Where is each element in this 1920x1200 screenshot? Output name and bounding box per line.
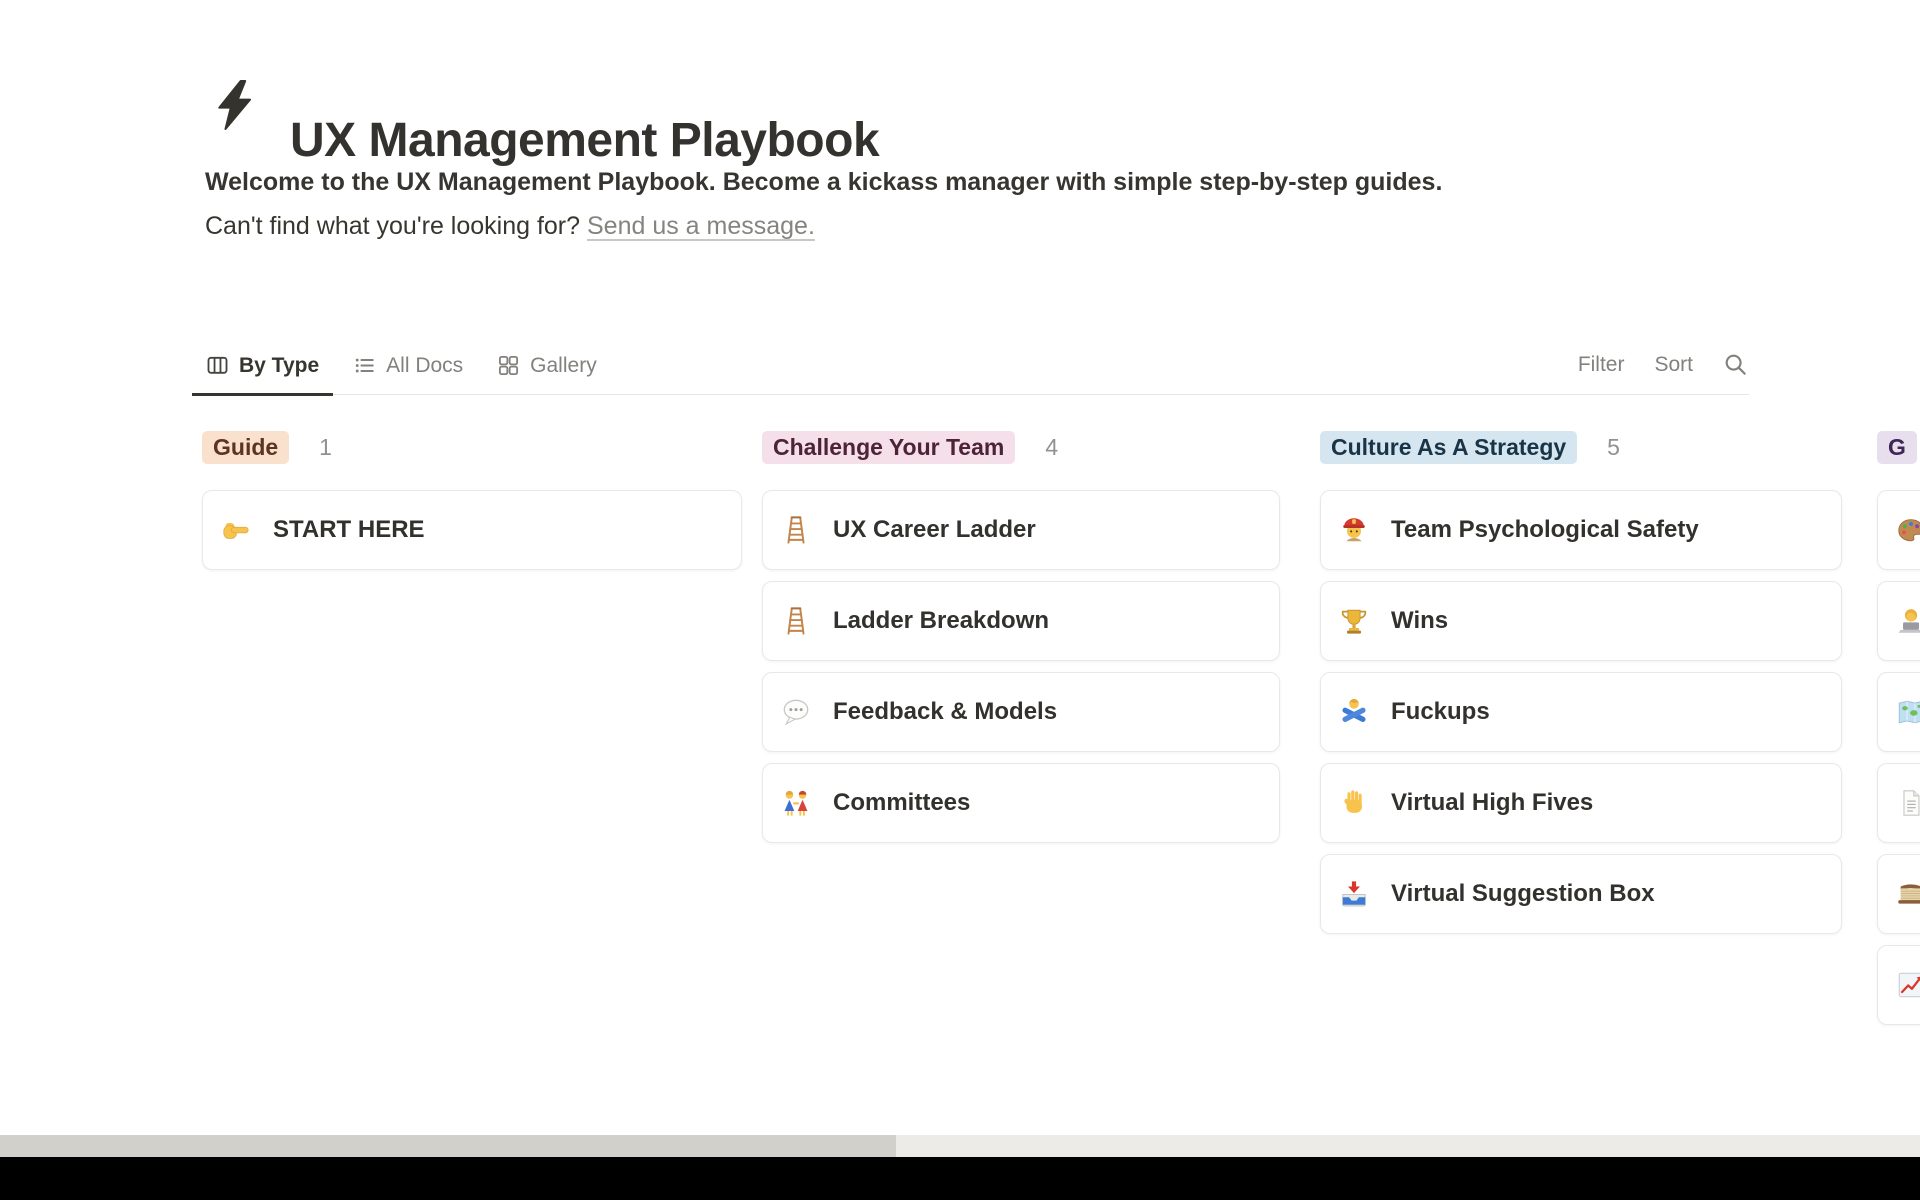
column-header: Guide 1 (202, 431, 742, 464)
list-view-icon (353, 354, 376, 377)
card-title: Committees (833, 789, 970, 817)
intro-question-text: Can't find what you're looking for? (205, 212, 587, 240)
board-view-icon (206, 354, 229, 377)
board-card[interactable]: Ladder Breakdown (762, 581, 1280, 661)
board-card[interactable] (1877, 763, 1920, 843)
firefighter-emoji (1339, 515, 1369, 545)
column-count: 1 (319, 434, 332, 461)
gallery-view-icon (497, 354, 520, 377)
send-message-link[interactable]: Send us a message. (587, 212, 815, 240)
card-title: START HERE (273, 516, 425, 544)
tab-label: Gallery (530, 354, 597, 378)
card-title: Wins (1391, 607, 1448, 635)
card-title: Fuckups (1391, 698, 1490, 726)
column-count: 4 (1045, 434, 1058, 461)
board-card[interactable] (1877, 581, 1920, 661)
board-card[interactable]: Virtual High Fives (1320, 763, 1842, 843)
view-bar: By Type All Docs (192, 338, 1749, 395)
board-card[interactable]: Team Psychological Safety (1320, 490, 1842, 570)
tab-gallery[interactable]: Gallery (483, 338, 611, 396)
card-title: Feedback & Models (833, 698, 1057, 726)
card-title: Ladder Breakdown (833, 607, 1049, 635)
view-bar-actions: Filter Sort (1578, 338, 1749, 392)
pointing-right-emoji (221, 515, 251, 545)
book-emoji (1896, 879, 1920, 909)
speech-balloon-emoji (781, 697, 811, 727)
bottom-black-strip (0, 1157, 1920, 1200)
board-card[interactable] (1877, 854, 1920, 934)
board-card[interactable]: UX Career Ladder (762, 490, 1280, 570)
horizontal-scrollbar-thumb[interactable] (0, 1135, 896, 1157)
tab-label: By Type (239, 354, 319, 378)
notion-page: UX Management Playbook Welcome to the UX… (0, 0, 1920, 1200)
tab-label: All Docs (386, 354, 463, 378)
card-title: Team Psychological Safety (1391, 516, 1699, 544)
world-map-emoji (1896, 697, 1920, 727)
filter-button[interactable]: Filter (1578, 353, 1625, 377)
board-card[interactable]: Committees (762, 763, 1280, 843)
trophy-emoji (1339, 606, 1369, 636)
board-card[interactable] (1877, 490, 1920, 570)
column-header: G (1877, 431, 1920, 464)
card-title: UX Career Ladder (833, 516, 1036, 544)
board-column-culture-as-a-strategy: Culture As A Strategy 5 Team Psychologic… (1320, 420, 1842, 945)
page-facing-up-emoji (1896, 788, 1920, 818)
lightning-bolt-icon[interactable] (214, 76, 254, 134)
horizontal-scrollbar-track[interactable] (0, 1135, 1920, 1157)
ladder-emoji (781, 606, 811, 636)
palette-emoji (1896, 515, 1920, 545)
tab-all-docs[interactable]: All Docs (339, 338, 477, 396)
no-gesture-emoji (1339, 697, 1369, 727)
chart-increasing-emoji (1896, 970, 1920, 1000)
board-card[interactable]: START HERE (202, 490, 742, 570)
column-count: 5 (1607, 434, 1620, 461)
woman-technologist-emoji (1896, 606, 1920, 636)
search-icon[interactable] (1723, 352, 1749, 378)
column-tag[interactable]: G (1877, 431, 1917, 464)
two-women-emoji (781, 788, 811, 818)
column-tag[interactable]: Challenge Your Team (762, 431, 1015, 464)
column-header: Culture As A Strategy 5 (1320, 431, 1842, 464)
column-tag[interactable]: Guide (202, 431, 289, 464)
board-card[interactable]: Wins (1320, 581, 1842, 661)
board-column-challenge-your-team: Challenge Your Team 4 UX Career Ladder (762, 420, 1280, 854)
card-title: Virtual High Fives (1391, 789, 1593, 817)
board-card[interactable] (1877, 672, 1920, 752)
view-tabs: By Type All Docs (192, 338, 611, 394)
intro-question: Can't find what you're looking for? Send… (205, 208, 815, 244)
page-title: UX Management Playbook (290, 112, 879, 170)
board-column-guide: Guide 1 START HERE (202, 420, 742, 581)
intro-text: Welcome to the UX Management Playbook. B… (205, 164, 1442, 200)
board-card[interactable]: Fuckups (1320, 672, 1842, 752)
column-tag[interactable]: Culture As A Strategy (1320, 431, 1577, 464)
tab-by-type[interactable]: By Type (192, 338, 333, 396)
board-card[interactable]: Feedback & Models (762, 672, 1280, 752)
board-column-clipped: G (1877, 420, 1920, 1036)
ladder-emoji (781, 515, 811, 545)
raised-hand-emoji (1339, 788, 1369, 818)
board-card[interactable]: Virtual Suggestion Box (1320, 854, 1842, 934)
inbox-tray-emoji (1339, 879, 1369, 909)
card-title: Virtual Suggestion Box (1391, 880, 1655, 908)
column-header: Challenge Your Team 4 (762, 431, 1280, 464)
sort-button[interactable]: Sort (1654, 353, 1693, 377)
board-card[interactable] (1877, 945, 1920, 1025)
